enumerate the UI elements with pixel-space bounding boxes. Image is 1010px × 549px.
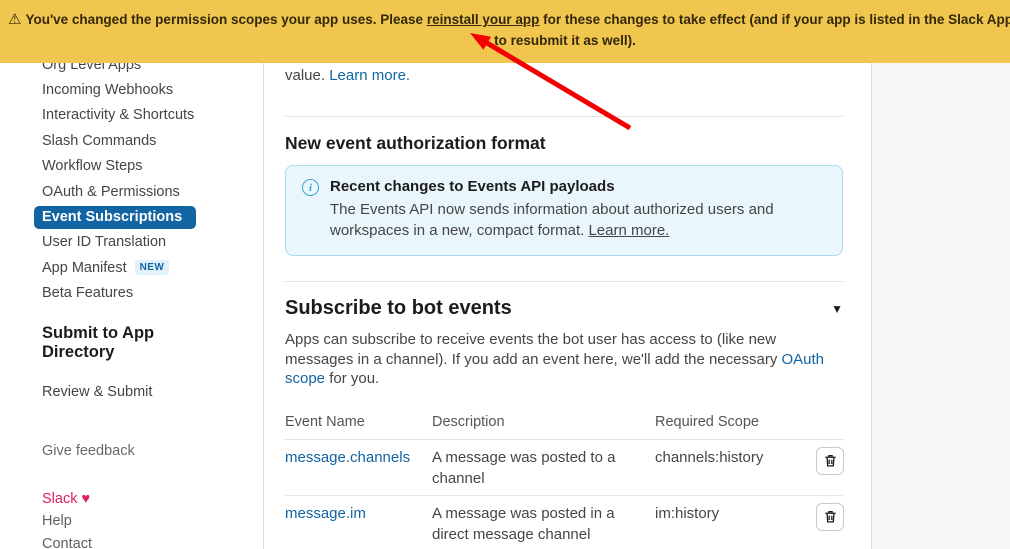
table-header-row: Event Name Description Required Scope <box>285 408 843 440</box>
sidebar-item-workflow-steps[interactable]: Workflow Steps <box>0 154 263 179</box>
table-row: message.channels A message was posted to… <box>285 440 843 496</box>
sidebar-item-oauth-permissions[interactable]: OAuth & Permissions <box>0 179 263 204</box>
reinstall-your-app-link[interactable]: reinstall your app <box>427 12 540 27</box>
delete-event-button[interactable] <box>816 447 844 475</box>
sidebar-item-beta-features[interactable]: Beta Features <box>0 281 263 306</box>
event-required-scope: im:history <box>655 503 800 524</box>
col-header-required-scope: Required Scope <box>655 414 800 430</box>
trash-icon <box>823 509 838 524</box>
divider <box>285 281 843 282</box>
sidebar-item-interactivity-shortcuts[interactable]: Interactivity & Shortcuts <box>0 103 263 128</box>
submit-to-app-directory-heading: Submit to App Directory <box>42 324 177 362</box>
page-layout: Org Level Apps Incoming Webhooks Interac… <box>0 0 1010 549</box>
table-row: message.im A message was posted in a dir… <box>285 496 843 549</box>
col-header-description: Description <box>432 414 655 430</box>
help-link[interactable]: Help <box>42 513 72 529</box>
info-body-text: The Events API now sends information abo… <box>330 201 774 239</box>
collapse-caret-icon[interactable]: ▼ <box>831 302 843 316</box>
info-box-body: The Events API now sends information abo… <box>330 199 826 241</box>
banner-text: You've changed the permission scopes you… <box>25 12 426 27</box>
event-name-link[interactable]: message.channels <box>285 449 410 466</box>
delete-event-button[interactable] <box>816 503 844 531</box>
info-box-title: Recent changes to Events API payloads <box>330 178 826 195</box>
sidebar-nav: Org Level Apps Incoming Webhooks Interac… <box>0 52 263 306</box>
sidebar-item-review-submit[interactable]: Review & Submit <box>42 384 263 400</box>
event-description: A message was posted in a direct message… <box>432 503 655 545</box>
sidebar-item-incoming-webhooks[interactable]: Incoming Webhooks <box>0 77 263 102</box>
sidebar-item-slash-commands[interactable]: Slash Commands <box>0 128 263 153</box>
col-header-event-name: Event Name <box>285 414 432 430</box>
banner-text-tail: for these changes to take effect (and if… <box>539 12 1010 27</box>
sidebar-item-event-subscriptions[interactable]: Event Subscriptions <box>0 204 263 229</box>
slack-heart-link[interactable]: Slack ♥ <box>42 491 90 507</box>
info-icon: i <box>302 179 319 196</box>
new-event-authorization-heading: New event authorization format <box>285 133 843 154</box>
intro-text: value. <box>285 67 329 84</box>
sidebar-footer-links: Slack ♥ Help Contact Policies <box>42 488 263 549</box>
give-feedback-link[interactable]: Give feedback <box>42 443 263 459</box>
banner-line-1: ⚠ You've changed the permission scopes yo… <box>0 0 1010 28</box>
selected-nav-pill: Event Subscriptions <box>34 206 196 229</box>
contact-link[interactable]: Contact <box>42 536 92 549</box>
intro-paragraph-tail: value. Learn more. <box>285 67 843 84</box>
sidebar-item-user-id-translation[interactable]: User ID Translation <box>0 230 263 255</box>
trash-icon <box>823 453 838 468</box>
desc-text-tail: for you. <box>325 370 379 387</box>
learn-more-link-infobox[interactable]: Learn more. <box>588 222 669 239</box>
sidebar-item-app-manifest[interactable]: App ManifestNEW <box>0 255 263 280</box>
banner-line-2: to resubmit it as well). <box>0 28 1010 48</box>
event-required-scope: channels:history <box>655 447 800 468</box>
subscribe-bot-events-description: Apps can subscribe to receive events the… <box>285 330 841 389</box>
desc-text: Apps can subscribe to receive events the… <box>285 331 782 368</box>
subscribe-bot-events-header-row: Subscribe to bot events ▼ <box>285 297 843 320</box>
main-content: value. Learn more. New event authorizati… <box>263 0 872 549</box>
reinstall-warning-banner: ⚠ You've changed the permission scopes yo… <box>0 0 1010 63</box>
new-badge: NEW <box>135 260 170 275</box>
events-api-info-box: i Recent changes to Events API payloads … <box>285 165 843 256</box>
event-description: A message was posted to a channel <box>432 447 655 489</box>
warning-icon: ⚠ <box>8 11 21 28</box>
subscribe-bot-events-heading: Subscribe to bot events <box>285 297 512 320</box>
info-box-content: Recent changes to Events API payloads Th… <box>330 178 826 241</box>
sidebar: Org Level Apps Incoming Webhooks Interac… <box>0 0 263 549</box>
bot-events-table: Event Name Description Required Scope me… <box>285 408 843 549</box>
learn-more-link-top[interactable]: Learn more. <box>329 67 410 84</box>
divider <box>285 116 843 117</box>
event-name-link[interactable]: message.im <box>285 505 366 522</box>
